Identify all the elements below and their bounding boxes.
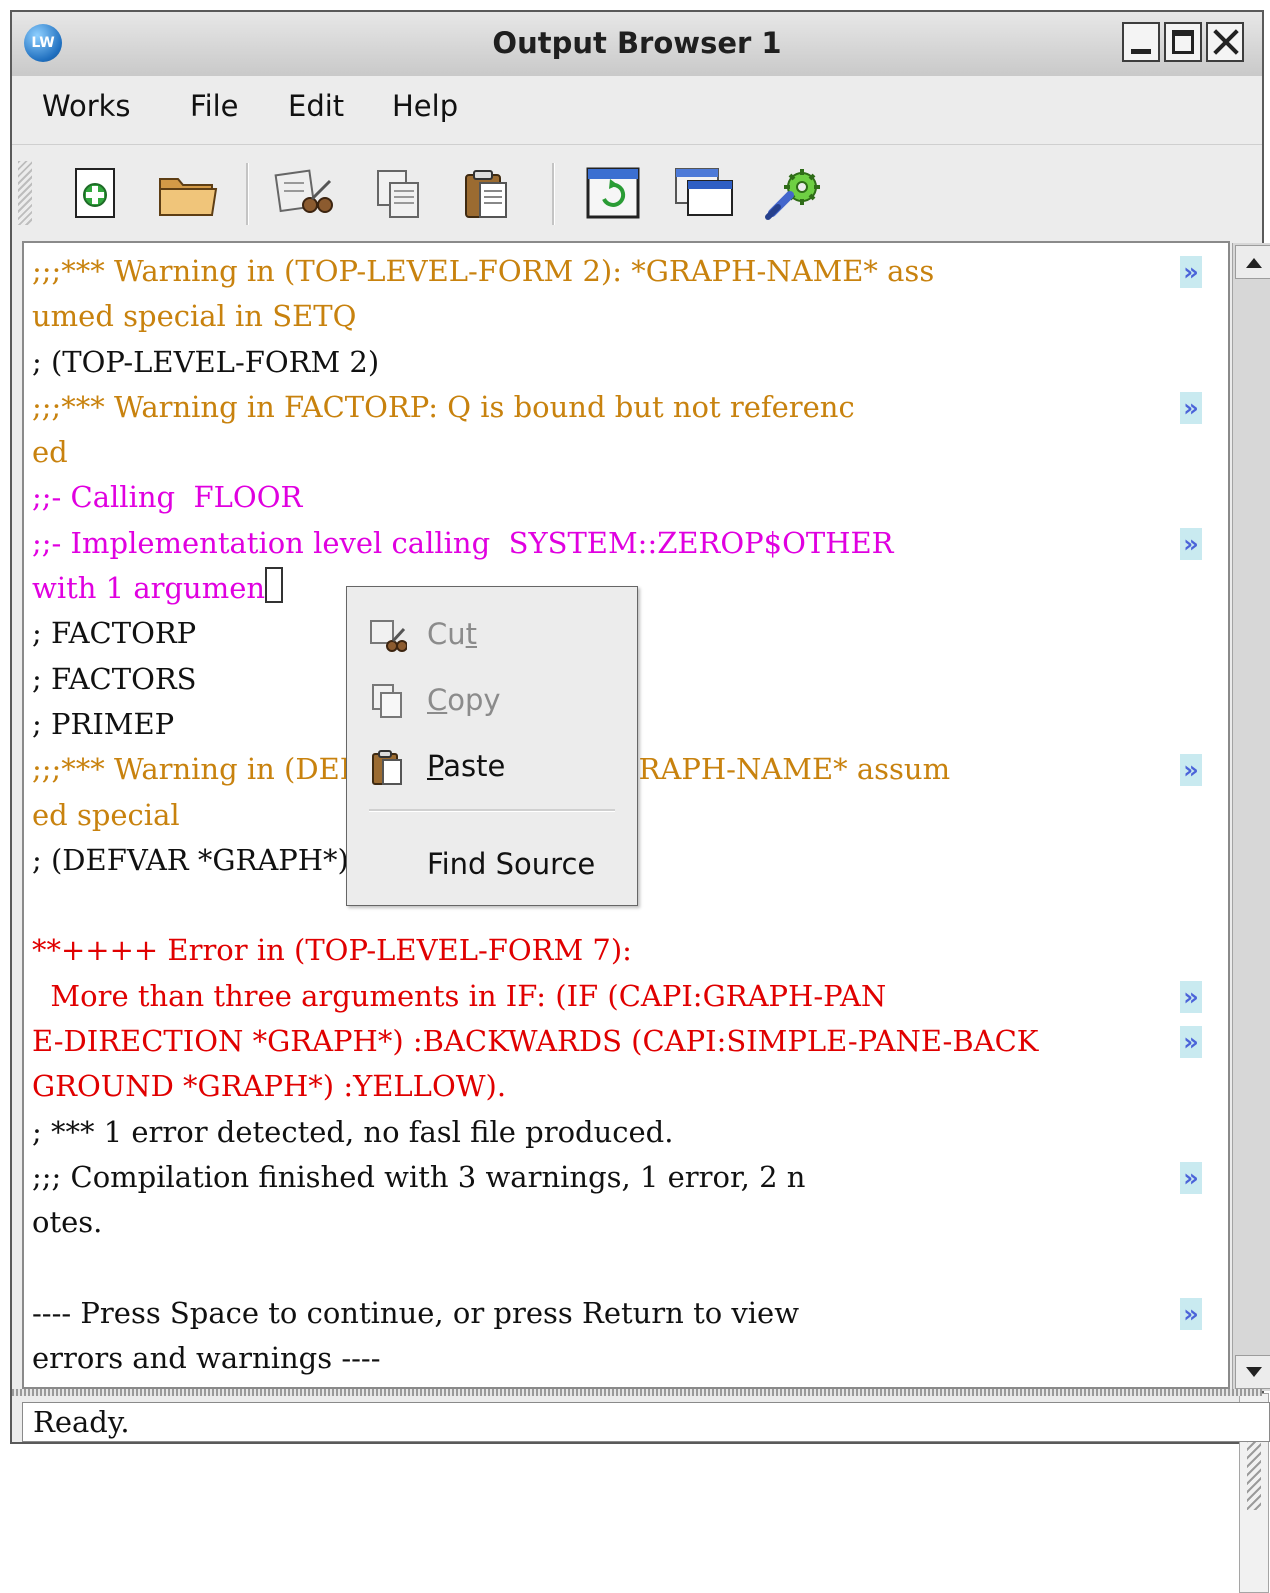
open-folder-icon[interactable] bbox=[156, 165, 218, 223]
output-line: More than three arguments in IF: (IF (CA… bbox=[32, 974, 1202, 1019]
output-line-text: with 1 argumen bbox=[32, 571, 266, 606]
cut-label-mnemonic: t bbox=[465, 617, 478, 651]
menu-works[interactable]: Works bbox=[42, 89, 131, 123]
scroll-down-button[interactable] bbox=[1235, 1355, 1270, 1389]
scroll-thumb-grip bbox=[1247, 1440, 1261, 1510]
window-icon[interactable] bbox=[672, 165, 733, 223]
menu-bar: Works File Edit Help bbox=[12, 76, 1262, 145]
output-line-text: ;;- Implementation level calling SYSTEM:… bbox=[32, 525, 903, 560]
output-line-text: ;;- Calling FLOOR bbox=[32, 480, 303, 515]
output-line: E-DIRECTION *GRAPH*) :BACKWARDS (CAPI:SI… bbox=[32, 1019, 1202, 1064]
pane-splitter[interactable] bbox=[12, 1389, 1262, 1396]
copy-label-rest: opy bbox=[447, 683, 501, 717]
menu-edit[interactable]: Edit bbox=[288, 89, 344, 123]
output-line-text: ed bbox=[32, 435, 68, 470]
output-browser-window: LW Output Browser 1 Works File Edit Help bbox=[10, 10, 1270, 1593]
window-title: Output Browser 1 bbox=[492, 26, 782, 60]
output-line: ---- Press Space to continue, or press R… bbox=[32, 1291, 1202, 1336]
output-line: **++++ Error in (TOP-LEVEL-FORM 7): bbox=[32, 928, 1202, 973]
minimize-button[interactable] bbox=[1122, 22, 1160, 62]
output-line: ed bbox=[32, 430, 1202, 475]
menu-help[interactable]: Help bbox=[392, 89, 458, 123]
output-line-text: ; (DEFVAR *GRAPH*) bbox=[32, 842, 349, 877]
output-line: ;;- Implementation level calling SYSTEM:… bbox=[32, 521, 1202, 566]
output-line: ; *** 1 error detected, no fasl file pro… bbox=[32, 1110, 1202, 1155]
cut-label-prefix: Cu bbox=[427, 617, 466, 651]
vertical-scrollbar[interactable] bbox=[1232, 243, 1270, 1593]
text-cursor bbox=[265, 567, 284, 604]
line-continuation-marker: » bbox=[1180, 256, 1202, 288]
paste-label-rest: aste bbox=[443, 749, 506, 783]
toolbar-separator bbox=[246, 163, 249, 225]
context-menu-paste[interactable]: Paste bbox=[347, 737, 637, 797]
cut-icon bbox=[369, 617, 408, 655]
line-continuation-marker: » bbox=[1180, 1161, 1202, 1194]
output-line-text: ; PRIMEP bbox=[32, 706, 175, 741]
line-continuation-marker: » bbox=[1180, 1026, 1202, 1059]
output-line-text: ed special bbox=[32, 797, 180, 832]
context-menu: Cut Copy Paste Find Source bbox=[346, 586, 638, 906]
output-line-text: GROUND *GRAPH*) :YELLOW). bbox=[32, 1069, 507, 1104]
find-source-label: Find Source bbox=[427, 847, 596, 881]
context-menu-copy[interactable]: Copy bbox=[347, 671, 637, 731]
toolbar-grip[interactable] bbox=[18, 161, 32, 225]
copy-icon bbox=[369, 683, 407, 721]
paste-icon[interactable] bbox=[458, 165, 516, 223]
toolbar bbox=[12, 145, 1262, 241]
new-icon[interactable] bbox=[70, 165, 128, 223]
output-line-text: ;;;*** Warning in FACTORP: Q is bound bu… bbox=[32, 389, 855, 424]
context-menu-find-source[interactable]: Find Source bbox=[347, 835, 637, 895]
toolbar-separator bbox=[552, 163, 555, 225]
status-bar: Ready. bbox=[22, 1402, 1270, 1442]
line-continuation-marker: » bbox=[1180, 980, 1202, 1013]
cut-icon[interactable] bbox=[272, 165, 333, 223]
output-line-text: E-DIRECTION *GRAPH*) :BACKWARDS (CAPI:SI… bbox=[32, 1024, 1039, 1059]
line-continuation-marker: » bbox=[1180, 527, 1202, 560]
menu-file[interactable]: File bbox=[190, 89, 239, 123]
copy-label: Copy bbox=[427, 683, 501, 717]
cut-label: Cut bbox=[427, 617, 477, 651]
paste-label: Paste bbox=[427, 749, 505, 783]
tools-icon[interactable] bbox=[762, 165, 820, 223]
output-line: errors and warnings ---- bbox=[32, 1336, 1202, 1381]
output-line: ; (TOP-LEVEL-FORM 2) bbox=[32, 340, 1202, 385]
title-bar[interactable]: LW Output Browser 1 bbox=[12, 12, 1262, 77]
output-line: GROUND *GRAPH*) :YELLOW). bbox=[32, 1064, 1202, 1109]
context-menu-separator bbox=[369, 809, 615, 812]
line-continuation-marker: » bbox=[1180, 754, 1202, 787]
output-line: umed special in SETQ bbox=[32, 294, 1202, 339]
output-line: ;;;*** Warning in FACTORP: Q is bound bu… bbox=[32, 385, 1202, 430]
output-line: ;;- Calling FLOOR bbox=[32, 475, 1202, 520]
paste-icon bbox=[369, 749, 407, 787]
maximize-button[interactable] bbox=[1164, 22, 1202, 62]
output-line-text: More than three arguments in IF: (IF (CA… bbox=[32, 978, 887, 1013]
output-line-text: ---- Press Space to continue, or press R… bbox=[32, 1295, 809, 1330]
output-line: ;;; Compilation finished with 3 warnings… bbox=[32, 1155, 1202, 1200]
output-line-text: errors and warnings ---- bbox=[32, 1341, 381, 1376]
output-line: otes. bbox=[32, 1200, 1202, 1245]
status-text: Ready. bbox=[33, 1405, 130, 1439]
output-line-text: ;;; Compilation finished with 3 warnings… bbox=[32, 1159, 806, 1194]
paste-label-mnemonic: P bbox=[427, 749, 444, 783]
refresh-icon[interactable] bbox=[582, 165, 640, 223]
output-line-text: ; FACTORS bbox=[32, 661, 197, 696]
copy-icon[interactable] bbox=[370, 165, 428, 223]
copy-label-mnemonic: C bbox=[427, 683, 448, 717]
output-line: ;;;*** Warning in (TOP-LEVEL-FORM 2): *G… bbox=[32, 249, 1202, 294]
output-line-text: ; FACTORP bbox=[32, 616, 197, 651]
output-line-text: umed special in SETQ bbox=[32, 299, 357, 334]
output-line-text: ; (TOP-LEVEL-FORM 2) bbox=[32, 344, 380, 379]
output-line-text: **++++ Error in (TOP-LEVEL-FORM 7): bbox=[32, 933, 632, 968]
line-continuation-marker: » bbox=[1180, 1297, 1202, 1330]
output-line-text: ; *** 1 error detected, no fasl file pro… bbox=[32, 1114, 674, 1149]
scroll-up-button[interactable] bbox=[1235, 245, 1270, 279]
output-line-text: ;;;*** Warning in (TOP-LEVEL-FORM 2): *G… bbox=[32, 254, 935, 288]
context-menu-cut[interactable]: Cut bbox=[347, 605, 637, 665]
output-line-text: otes. bbox=[32, 1205, 103, 1240]
line-continuation-marker: » bbox=[1180, 391, 1202, 424]
close-button[interactable] bbox=[1206, 22, 1244, 62]
